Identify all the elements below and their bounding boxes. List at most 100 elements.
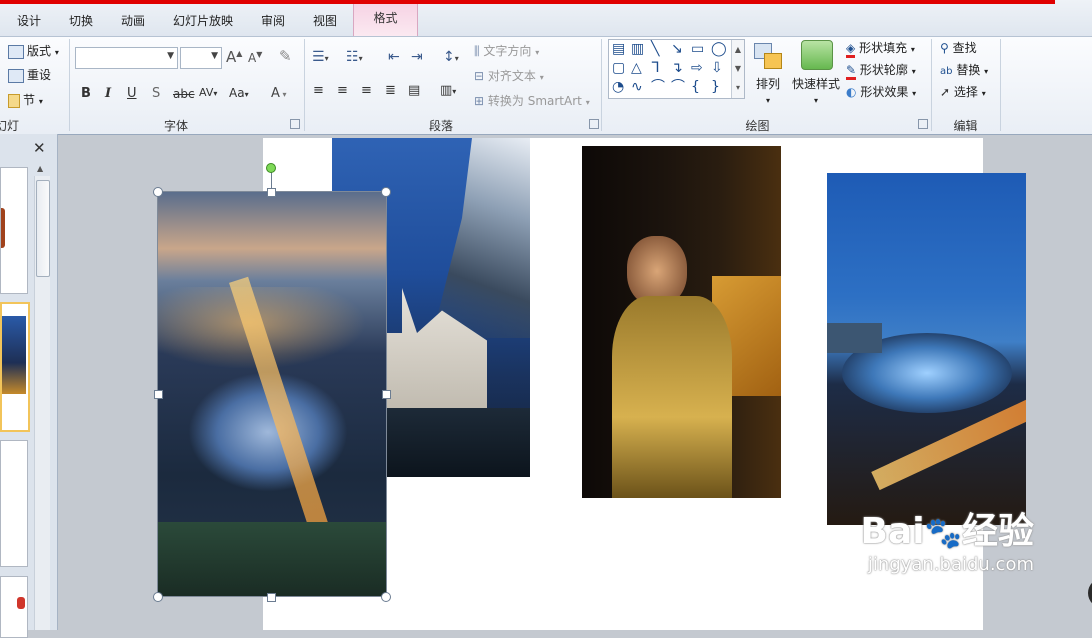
- paragraph-dialog-launcher[interactable]: [589, 119, 599, 129]
- columns-button[interactable]: ▥▾: [440, 83, 456, 98]
- tab-format[interactable]: 格式: [353, 4, 418, 36]
- right-brace-shape-icon[interactable]: }: [711, 80, 720, 94]
- section-button[interactable]: 节 ▾: [8, 91, 43, 108]
- resize-handle-right[interactable]: [382, 390, 391, 399]
- shape-effects-label: 形状效果: [860, 85, 909, 99]
- text-direction-button[interactable]: ⫼ 文字方向 ▾: [474, 42, 539, 59]
- shrink-font-button[interactable]: A▼: [248, 50, 262, 65]
- scribble-shape-icon[interactable]: ∿: [631, 80, 643, 94]
- font-dialog-launcher[interactable]: [290, 119, 300, 129]
- change-case-button[interactable]: Aa▾: [229, 86, 249, 100]
- textbox-shape-icon[interactable]: ▤: [612, 42, 625, 56]
- increase-indent-button[interactable]: ⇥: [411, 49, 423, 65]
- quick-styles-button[interactable]: 快速样式 ▾: [790, 75, 842, 106]
- resize-handle-bottom-right[interactable]: [381, 592, 391, 602]
- underline-button[interactable]: U: [127, 86, 137, 101]
- numbering-button[interactable]: ☷▾: [346, 49, 363, 65]
- tab-review[interactable]: 审阅: [258, 10, 288, 32]
- line-shape-icon[interactable]: ╲: [651, 42, 659, 56]
- portrait-photo[interactable]: [582, 146, 781, 498]
- align-text-button[interactable]: ⊟ 对齐文本 ▾: [474, 67, 544, 84]
- gallery-scroll[interactable]: ▲ ▼ ▾: [731, 40, 744, 98]
- tab-view[interactable]: 视图: [310, 10, 340, 32]
- mountain: [432, 138, 530, 338]
- left-brace-shape-icon[interactable]: {: [691, 80, 700, 94]
- scroll-up-arrow-icon[interactable]: ▲: [37, 164, 43, 173]
- select-button[interactable]: ➚ 选择 ▾: [940, 83, 986, 100]
- resize-handle-top[interactable]: [267, 188, 276, 197]
- stadium-photo[interactable]: [827, 173, 1026, 525]
- arrow-shape-icon[interactable]: ↘: [671, 42, 683, 56]
- vertical-textbox-shape-icon[interactable]: ▥: [631, 42, 644, 56]
- close-icon[interactable]: ✕: [33, 139, 46, 157]
- resize-handle-top-left[interactable]: [153, 187, 163, 197]
- scrollbar-thumb[interactable]: [36, 180, 50, 277]
- replace-button[interactable]: ab 替换 ▾: [940, 61, 988, 78]
- align-right-button[interactable]: ≡: [361, 83, 372, 98]
- shapes-gallery[interactable]: ▤ ▥ ╲ ↘ ▭ ◯ ▢ △ ᒣ ↴ ⇨ ⇩ ◔ ∿ ⌒ ⌒ { } ▲ ▼ ▾: [608, 39, 745, 99]
- char-spacing-button[interactable]: AV▾: [199, 86, 217, 99]
- tab-design[interactable]: 设计: [14, 10, 44, 32]
- slide-thumbnail[interactable]: [0, 167, 28, 294]
- rotate-handle[interactable]: [266, 163, 276, 173]
- right-arrow-shape-icon[interactable]: ⇨: [691, 61, 703, 75]
- drawing-dialog-launcher[interactable]: [918, 119, 928, 129]
- bold-button[interactable]: B: [81, 86, 91, 101]
- italic-button[interactable]: I: [105, 86, 111, 101]
- clear-format-icon[interactable]: ✎: [279, 47, 292, 65]
- slide-thumbnail[interactable]: [0, 576, 28, 638]
- oval-shape-icon[interactable]: ◯: [711, 42, 727, 56]
- shadow-button[interactable]: S: [152, 86, 160, 101]
- curve-shape-icon[interactable]: ⌒: [651, 80, 665, 94]
- floating-button[interactable]: [1088, 578, 1092, 608]
- binoculars-icon: ⚲: [940, 41, 949, 55]
- distribute-button[interactable]: ▤: [408, 83, 420, 98]
- shape-fill-button[interactable]: ◈ 形状填充 ▾: [846, 39, 915, 58]
- decrease-indent-button[interactable]: ⇤: [388, 49, 400, 65]
- tab-slideshow[interactable]: 幻灯片放映: [170, 10, 236, 32]
- effects-icon: ◐: [846, 85, 857, 99]
- resize-handle-top-right[interactable]: [381, 187, 391, 197]
- separator: [304, 39, 305, 131]
- font-size-combo[interactable]: ▼: [180, 47, 222, 69]
- strikethrough-button[interactable]: abc: [173, 87, 195, 101]
- resize-handle-left[interactable]: [154, 390, 163, 399]
- font-name-combo[interactable]: ▼: [75, 47, 178, 69]
- convert-smartart-button[interactable]: ⊞ 转换为 SmartArt ▾: [474, 92, 590, 109]
- paragraph-group-label: 段落: [428, 119, 453, 133]
- layout-icon: [8, 44, 24, 59]
- font-color-button[interactable]: A ▾: [271, 86, 286, 101]
- rounded-rect-shape-icon[interactable]: ▢: [612, 61, 625, 75]
- shape-outline-button[interactable]: ✎ 形状轮廓 ▾: [846, 61, 916, 80]
- reset-label: 重设: [27, 68, 52, 82]
- resize-handle-bottom[interactable]: [267, 593, 276, 602]
- editing-group-label: 编辑: [953, 119, 978, 133]
- reset-button[interactable]: 重设: [8, 66, 51, 83]
- bullets-button[interactable]: ☰▾: [312, 49, 329, 65]
- arc-shape-icon[interactable]: ⌒: [671, 80, 685, 94]
- layout-label: 版式: [27, 44, 52, 58]
- justify-button[interactable]: ≣: [385, 83, 396, 98]
- shape-effects-button[interactable]: ◐ 形状效果 ▾: [846, 83, 916, 100]
- layout-button[interactable]: 版式 ▾: [8, 42, 59, 59]
- find-button[interactable]: ⚲ 查找: [940, 39, 977, 56]
- rectangle-shape-icon[interactable]: ▭: [691, 42, 704, 56]
- grow-font-button[interactable]: A▲: [226, 48, 242, 66]
- tab-animations[interactable]: 动画: [118, 10, 148, 32]
- align-center-button[interactable]: ≡: [337, 83, 348, 98]
- freeform-shape-icon[interactable]: ◔: [612, 80, 624, 94]
- arrange-button[interactable]: 排列 ▾: [754, 75, 782, 106]
- line-spacing-button[interactable]: ↕▾: [443, 49, 459, 65]
- triangle-shape-icon[interactable]: △: [631, 61, 642, 75]
- slide-thumbnail-selected[interactable]: [0, 302, 30, 432]
- tab-transitions[interactable]: 切换: [66, 10, 96, 32]
- slide-thumbnail[interactable]: [0, 440, 28, 567]
- elbow-arrow-icon[interactable]: ↴: [671, 61, 683, 75]
- down-arrow-shape-icon[interactable]: ⇩: [711, 61, 723, 75]
- section-label: 节: [23, 93, 36, 107]
- arrange-icon: [752, 41, 784, 73]
- align-left-button[interactable]: ≡: [313, 83, 324, 98]
- elbow-connector-icon[interactable]: ᒣ: [651, 61, 660, 75]
- resize-handle-bottom-left[interactable]: [153, 592, 163, 602]
- align-text-label: 对齐文本: [487, 69, 536, 83]
